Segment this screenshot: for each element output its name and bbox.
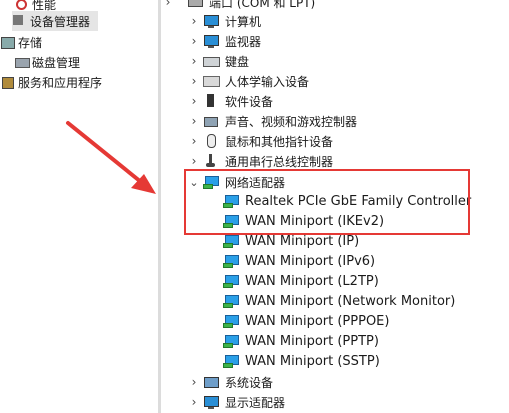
tree-item-label: 磁盘管理 <box>32 55 81 70</box>
device-category-label: 网络适配器 <box>225 175 286 190</box>
network-device-label: Realtek PCIe GbE Family Controller <box>245 193 472 209</box>
network-device-item[interactable]: Realtek PCIe GbE Family Controller <box>223 191 471 211</box>
network-device-label: WAN Miniport (SSTP) <box>245 353 380 369</box>
chevron-right-icon[interactable]: › <box>187 91 201 111</box>
network-device-item[interactable]: WAN Miniport (SSTP) <box>223 351 380 371</box>
device-tree-pane: › 端口 (COM 和 LPT) › 计算机 › 监视器 › 键盘 › 人体学输… <box>161 0 509 413</box>
device-category-hid[interactable]: › 人体学输入设备 <box>192 71 310 91</box>
network-adapter-icon <box>223 234 239 248</box>
device-category-label: 鼠标和其他指针设备 <box>225 134 334 149</box>
network-adapter-icon <box>223 194 239 208</box>
network-device-item[interactable]: WAN Miniport (Network Monitor) <box>223 291 455 311</box>
mouse-icon <box>203 134 219 148</box>
network-adapter-icon <box>223 294 239 308</box>
monitor-icon <box>203 34 219 48</box>
device-category-computer[interactable]: › 计算机 <box>192 11 262 31</box>
device-manager-icon <box>12 14 26 28</box>
chevron-right-icon[interactable]: › <box>187 31 201 51</box>
chevron-right-icon[interactable]: › <box>187 71 201 91</box>
network-device-label: WAN Miniport (IKEv2) <box>245 213 385 229</box>
chevron-right-icon[interactable]: › <box>187 111 201 131</box>
network-device-label: WAN Miniport (L2TP) <box>245 273 379 289</box>
hid-icon <box>203 74 220 88</box>
chevron-right-icon[interactable]: › <box>187 372 201 392</box>
network-device-item[interactable]: WAN Miniport (PPPOE) <box>223 311 389 331</box>
device-category-network-adapters[interactable]: ⌄ 网络适配器 <box>189 172 286 192</box>
device-category-label: 监视器 <box>225 34 262 49</box>
network-device-label: WAN Miniport (PPTP) <box>245 333 379 349</box>
tree-item-label: 设备管理器 <box>30 14 91 29</box>
device-category-sound[interactable]: › 声音、视频和游戏控制器 <box>192 111 358 131</box>
device-category-usb[interactable]: › 通用串行总线控制器 <box>192 151 334 171</box>
tree-item-storage[interactable]: 存储 <box>0 32 42 52</box>
network-adapter-icon <box>223 334 239 348</box>
device-category-label: 显示适配器 <box>225 395 286 410</box>
network-adapter-icon <box>223 314 239 328</box>
device-category-software[interactable]: › 软件设备 <box>192 91 274 111</box>
device-category-label: 声音、视频和游戏控制器 <box>225 114 358 129</box>
device-category-label: 计算机 <box>225 14 262 29</box>
console-tree-pane: 性能 设备管理器 存储 磁盘管理 服务和应用程序 <box>0 0 158 413</box>
chevron-right-icon[interactable]: › <box>187 392 201 412</box>
device-category-label: 端口 (COM 和 LPT) <box>209 0 316 10</box>
tree-item-disk-management[interactable]: 磁盘管理 <box>14 52 80 72</box>
device-category-label: 系统设备 <box>225 375 274 390</box>
device-category-mice[interactable]: › 鼠标和其他指针设备 <box>192 131 334 151</box>
keyboard-icon <box>203 54 220 68</box>
usb-icon <box>203 154 219 168</box>
tree-item-services-apps[interactable]: 服务和应用程序 <box>0 72 102 92</box>
services-icon <box>0 75 14 89</box>
chevron-right-icon[interactable]: › <box>187 151 201 171</box>
network-adapter-icon <box>203 175 219 189</box>
storage-icon <box>0 35 15 49</box>
device-category-display[interactable]: › 显示适配器 <box>192 392 286 412</box>
device-category-label: 键盘 <box>225 54 250 69</box>
chevron-right-icon[interactable]: › <box>187 131 201 151</box>
chevron-right-icon[interactable]: › <box>187 11 201 31</box>
chevron-right-icon[interactable]: › <box>161 0 175 12</box>
network-device-item[interactable]: WAN Miniport (PPTP) <box>223 331 379 351</box>
network-device-label: WAN Miniport (IPv6) <box>245 253 376 269</box>
network-adapter-icon <box>223 214 239 228</box>
disk-icon <box>14 55 30 69</box>
device-category-label: 通用串行总线控制器 <box>225 154 334 169</box>
network-adapter-icon <box>223 254 239 268</box>
chevron-right-icon[interactable]: › <box>187 51 201 71</box>
system-device-icon <box>203 375 219 389</box>
software-device-icon <box>203 94 219 108</box>
network-device-label: WAN Miniport (IP) <box>245 233 360 249</box>
computer-icon <box>203 14 219 28</box>
tree-item-label: 服务和应用程序 <box>18 75 103 90</box>
network-device-item[interactable]: WAN Miniport (IPv6) <box>223 251 375 271</box>
network-device-item[interactable]: WAN Miniport (IKEv2) <box>223 211 384 231</box>
tree-item-label: 存储 <box>18 35 43 50</box>
device-category-label: 软件设备 <box>225 94 274 109</box>
port-icon <box>187 0 203 9</box>
network-device-label: WAN Miniport (Network Monitor) <box>245 293 456 309</box>
device-category-keyboards[interactable]: › 键盘 <box>192 51 250 71</box>
chevron-down-icon[interactable]: ⌄ <box>187 172 201 192</box>
network-device-label: WAN Miniport (PPPOE) <box>245 313 390 329</box>
network-adapter-icon <box>223 354 239 368</box>
network-device-item[interactable]: WAN Miniport (IP) <box>223 231 359 251</box>
tree-item-device-manager[interactable]: 设备管理器 <box>12 11 98 31</box>
sound-icon <box>203 114 219 128</box>
device-category-label: 人体学输入设备 <box>225 74 310 89</box>
device-category-monitors[interactable]: › 监视器 <box>192 31 262 51</box>
display-adapter-icon <box>203 395 219 409</box>
network-adapter-icon <box>223 274 239 288</box>
network-device-item[interactable]: WAN Miniport (L2TP) <box>223 271 379 291</box>
device-category-system[interactable]: › 系统设备 <box>192 372 274 392</box>
performance-icon <box>14 0 28 11</box>
